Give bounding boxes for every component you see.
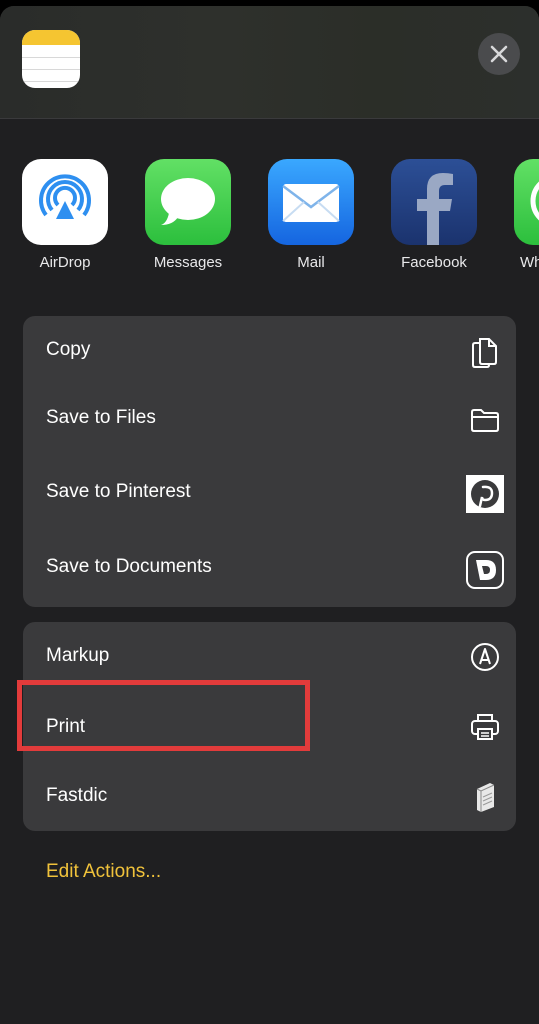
app-label: AirDrop xyxy=(39,254,91,271)
printer-icon xyxy=(470,710,500,744)
action-copy[interactable]: Copy xyxy=(23,316,516,384)
share-sheet-header xyxy=(0,6,539,119)
notes-app-icon xyxy=(22,30,80,88)
share-app-whatsapp[interactable]: Wh xyxy=(507,159,539,271)
share-app-messages[interactable]: Messages xyxy=(138,159,238,271)
airdrop-icon xyxy=(22,159,108,245)
action-save-to-files[interactable]: Save to Files xyxy=(23,384,516,456)
share-app-mail[interactable]: Mail xyxy=(261,159,361,271)
markup-icon xyxy=(470,640,500,674)
copy-icon xyxy=(470,334,500,368)
close-icon xyxy=(490,45,508,63)
action-save-to-documents[interactable]: Save to Documents xyxy=(23,531,516,607)
app-label: Messages xyxy=(153,254,223,271)
action-label: Save to Documents xyxy=(46,556,212,577)
action-label: Save to Pinterest xyxy=(46,481,191,502)
action-label: Save to Files xyxy=(46,407,156,428)
app-label: Facebook xyxy=(401,254,467,271)
action-label: Markup xyxy=(46,645,110,666)
share-app-airdrop[interactable]: AirDrop xyxy=(15,159,115,271)
whatsapp-icon xyxy=(514,159,539,245)
folder-icon xyxy=(470,403,500,437)
print-highlight-box xyxy=(17,680,310,751)
action-save-to-pinterest[interactable]: Save to Pinterest xyxy=(23,456,516,531)
close-button[interactable] xyxy=(478,33,520,75)
action-group-1: Copy Save to Files Save to Pinterest Sav… xyxy=(23,316,516,607)
action-label: Fastdic xyxy=(46,785,108,806)
documents-icon xyxy=(466,551,504,589)
messages-icon xyxy=(145,159,231,245)
app-label: Wh xyxy=(520,254,539,271)
app-label: Mail xyxy=(297,254,325,271)
app-share-row: AirDrop Messages Mail Facebook Wh xyxy=(0,159,539,289)
fastdic-icon xyxy=(470,779,500,813)
action-fastdic[interactable]: Fastdic xyxy=(23,760,516,831)
edit-actions-link[interactable]: Edit Actions... xyxy=(46,861,161,883)
facebook-icon xyxy=(391,159,477,245)
action-label: Copy xyxy=(46,339,91,360)
share-sheet: AirDrop Messages Mail Facebook Wh Copy S… xyxy=(0,6,539,1024)
pinterest-icon xyxy=(466,475,504,513)
mail-icon xyxy=(268,159,354,245)
share-app-facebook[interactable]: Facebook xyxy=(384,159,484,271)
